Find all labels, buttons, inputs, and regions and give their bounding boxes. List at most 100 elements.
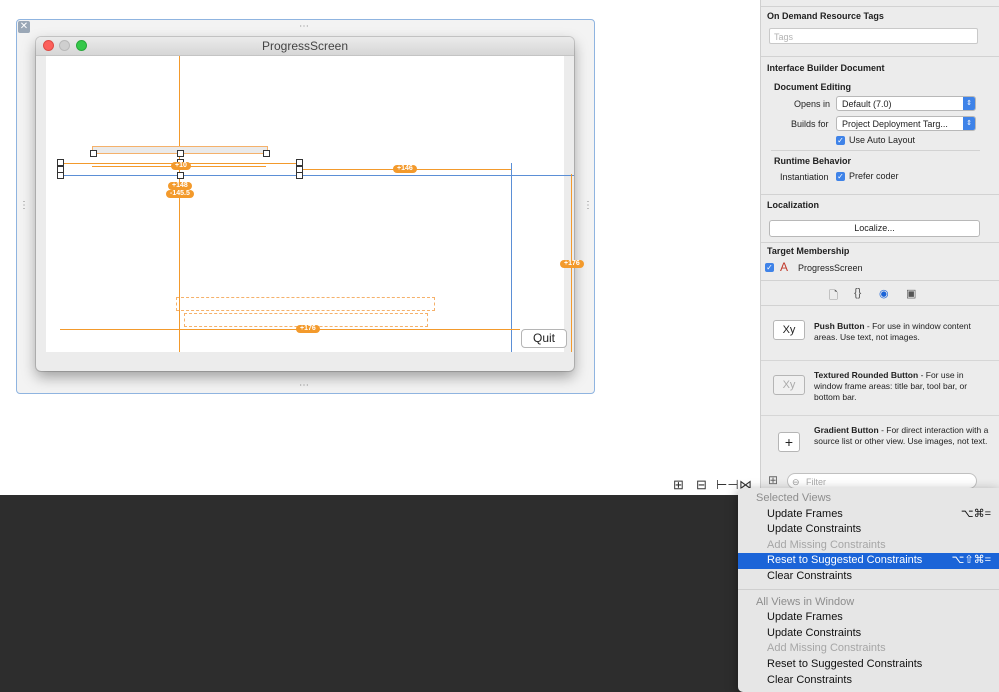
placeholder-view[interactable]: [176, 297, 435, 311]
ib-canvas[interactable]: ✕ ⋯ ⋯ ⋮ ⋮ ProgressScreen +10 +146 +148 -…: [0, 0, 760, 495]
scene-resize-handle-right[interactable]: ⋮: [583, 200, 594, 211]
resolve-auto-layout-menu[interactable]: Selected Views Update Frames ⌥⌘= Update …: [738, 488, 999, 692]
divider: [761, 6, 999, 7]
selection-handle[interactable]: [177, 172, 184, 179]
opens-in-value: Default (7.0): [842, 99, 892, 109]
target-checkbox[interactable]: ✓: [765, 263, 774, 272]
window-content-view[interactable]: +10 +146 +148 -145.5 +176 +176 Quit: [46, 56, 584, 352]
selection-handle[interactable]: [263, 150, 270, 157]
divider: [761, 280, 999, 281]
menu-item-clear-constraints[interactable]: Clear Constraints: [738, 569, 999, 585]
align-icon[interactable]: ⊟: [696, 477, 707, 493]
menu-separator: [738, 589, 999, 590]
library-item-title: Textured Rounded Button: [814, 370, 919, 380]
localize-button[interactable]: Localize...: [769, 220, 980, 237]
builds-for-popup[interactable]: Project Deployment Targ... ⇕: [836, 116, 976, 131]
pin-icon[interactable]: ⊢⊣: [716, 477, 739, 493]
file-inspector[interactable]: On Demand Resource Tags Tags Interface B…: [760, 0, 999, 495]
constraint-badge[interactable]: -145.5: [166, 190, 194, 198]
menu-item-label: Update Constraints: [767, 626, 862, 639]
menu-item-label: Clear Constraints: [767, 673, 852, 686]
builds-for-value: Project Deployment Targ...: [842, 119, 948, 129]
divider: [761, 56, 999, 57]
divider: [761, 242, 999, 243]
library-item-gradient-button[interactable]: + Gradient Button - For direct interacti…: [761, 416, 999, 471]
menu-item-label: Update Frames: [767, 611, 843, 624]
menu-item-clear-constraints-all[interactable]: Clear Constraints: [738, 673, 999, 689]
app-target-icon: A: [780, 260, 789, 274]
quit-button[interactable]: Quit: [521, 329, 567, 348]
selection-handle[interactable]: [57, 172, 64, 179]
media-library-icon[interactable]: ▣: [906, 287, 916, 300]
divider: [761, 194, 999, 195]
scene-resize-handle-left[interactable]: ⋮: [19, 200, 30, 211]
trailing-guide: [511, 163, 512, 352]
auto-layout-checkbox[interactable]: ✓: [836, 136, 845, 145]
menu-item-reset-suggested-constraints[interactable]: Reset to Suggested Constraints ⌥⇧⌘=: [738, 553, 999, 569]
library-item-textured-button[interactable]: Xy Textured Rounded Button - For use in …: [761, 361, 999, 416]
push-button-icon: Xy: [773, 320, 805, 340]
divider: [771, 150, 980, 151]
menu-item-label: Reset to Suggested Constraints: [767, 554, 923, 567]
bottom-width-constraint: [60, 329, 520, 330]
menu-shortcut: ⌥⇧⌘=: [951, 554, 991, 567]
filter-placeholder: Filter: [806, 477, 826, 487]
menu-item-label: Add Missing Constraints: [767, 642, 886, 655]
section-title: Target Membership: [767, 246, 850, 256]
opens-in-label: Opens in: [794, 99, 831, 109]
menu-item-label: Add Missing Constraints: [767, 538, 886, 551]
section-title: Localization: [767, 200, 820, 210]
scene-resize-handle-bottom[interactable]: ⋯: [299, 380, 310, 391]
menu-item-update-frames-all[interactable]: Update Frames: [738, 610, 999, 626]
menu-item-add-missing-constraints: Add Missing Constraints: [738, 538, 999, 554]
selection-handle[interactable]: [296, 172, 303, 179]
subsection-title: Document Editing: [774, 82, 851, 92]
menu-item-update-constraints[interactable]: Update Constraints: [738, 522, 999, 538]
prefer-coder-checkbox[interactable]: ✓: [836, 172, 845, 181]
menu-item-label: Clear Constraints: [767, 570, 852, 582]
constraint-badge[interactable]: +176: [560, 260, 584, 268]
window-titlebar[interactable]: ProgressScreen: [36, 37, 574, 56]
subsection-title: Runtime Behavior: [774, 156, 852, 166]
selection-handle[interactable]: [296, 159, 303, 166]
menu-item-reset-suggested-constraints-all[interactable]: Reset to Suggested Constraints: [738, 657, 999, 673]
menu-section-header: All Views in Window: [756, 595, 855, 608]
opens-in-popup[interactable]: Default (7.0) ⇕: [836, 96, 976, 111]
center-y-guide: [60, 175, 574, 176]
app-window[interactable]: ProgressScreen +10 +146 +148 -145.5 +176…: [36, 37, 584, 371]
menu-shortcut: ⌥⌘=: [960, 507, 991, 520]
library-item-title: Gradient Button: [814, 425, 879, 435]
instantiation-label: Instantiation: [780, 172, 829, 182]
menu-item-update-frames[interactable]: Update Frames ⌥⌘=: [738, 507, 999, 523]
constraint-badge[interactable]: +148: [168, 182, 192, 190]
section-title: On Demand Resource Tags: [767, 11, 884, 21]
object-library-icon[interactable]: ◉: [879, 287, 889, 300]
window-title: ProgressScreen: [261, 39, 349, 53]
grid-view-icon[interactable]: ⊞: [768, 473, 778, 487]
selection-handle[interactable]: [57, 159, 64, 166]
constraint-badge[interactable]: +10: [171, 162, 191, 170]
tags-field[interactable]: Tags: [769, 28, 978, 44]
filter-input[interactable]: ⊖ Filter: [787, 473, 977, 489]
constraint-badge[interactable]: +176: [296, 325, 320, 333]
stack-icon[interactable]: ⊞: [673, 477, 684, 493]
library-item-text: Gradient Button - For direct interaction…: [814, 425, 990, 447]
builds-for-label: Builds for: [791, 119, 829, 129]
scene-resize-handle-top[interactable]: ⋯: [299, 21, 310, 32]
menu-item-update-constraints-all[interactable]: Update Constraints: [738, 626, 999, 642]
chevron-updown-icon: ⇕: [963, 117, 975, 130]
prefer-coder-label: Prefer coder: [849, 171, 899, 181]
gradient-button-icon: +: [778, 432, 800, 452]
code-snippet-icon[interactable]: {}: [854, 287, 861, 299]
scene-close-icon[interactable]: ✕: [18, 21, 30, 33]
library-item-push-button[interactable]: Xy Push Button - For use in window conte…: [761, 306, 999, 361]
selection-handle[interactable]: [90, 150, 97, 157]
selection-handle[interactable]: [177, 150, 184, 157]
auto-layout-label: Use Auto Layout: [849, 135, 916, 145]
target-name: ProgressScreen: [798, 263, 863, 273]
constraint-badge[interactable]: +146: [393, 165, 417, 173]
section-title: Interface Builder Document: [767, 63, 885, 73]
library-item-text: Textured Rounded Button - For use in win…: [814, 370, 990, 403]
file-template-icon[interactable]: 🗋: [829, 287, 838, 306]
chevron-updown-icon: ⇕: [963, 97, 975, 110]
